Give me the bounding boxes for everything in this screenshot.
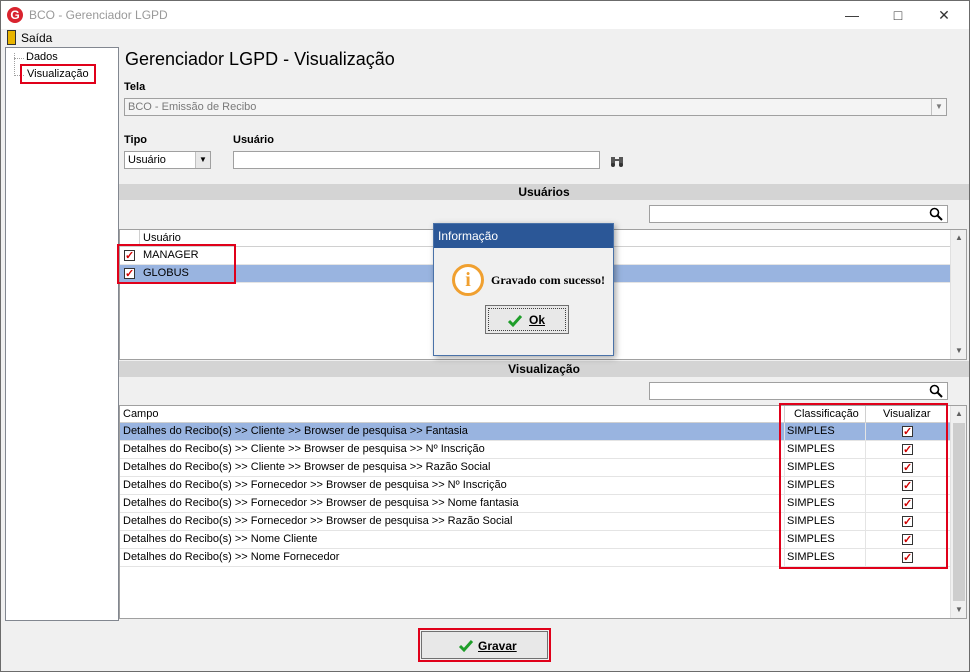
visualizar-checkbox[interactable] <box>902 532 913 549</box>
tree-line <box>14 75 24 76</box>
table-row[interactable]: Detalhes do Recibo(s) >> Fornecedor >> B… <box>120 513 950 531</box>
table-row[interactable]: Detalhes do Recibo(s) >> Nome Cliente SIM… <box>120 531 950 549</box>
field-name: Detalhes do Recibo(s) >> Cliente >> Brow… <box>123 443 485 455</box>
col-classificacao: Classificação <box>794 408 859 420</box>
col-campo: Campo <box>123 408 159 420</box>
usuario-input[interactable] <box>233 151 600 169</box>
table-row[interactable]: Detalhes do Recibo(s) >> Cliente >> Brow… <box>120 423 950 441</box>
ok-button[interactable]: Ok <box>485 305 569 334</box>
fields-search-input[interactable] <box>649 382 948 400</box>
user-checkbox[interactable] <box>124 248 135 265</box>
field-classification: SIMPLES <box>787 515 835 527</box>
field-classification: SIMPLES <box>787 497 835 509</box>
field-classification: SIMPLES <box>787 551 835 563</box>
exit-door-icon <box>7 30 16 45</box>
tipo-value: Usuário <box>128 154 166 166</box>
tree-line <box>14 58 24 59</box>
maximize-button[interactable]: □ <box>875 1 921 29</box>
col-visualizar: Visualizar <box>883 408 931 420</box>
table-row[interactable]: Detalhes do Recibo(s) >> Cliente >> Brow… <box>120 441 950 459</box>
checkmark-icon <box>507 315 523 328</box>
visualizar-checkbox[interactable] <box>902 550 913 567</box>
field-name: Detalhes do Recibo(s) >> Nome Fornecedor <box>123 551 340 563</box>
visualizar-checkbox[interactable] <box>902 442 913 459</box>
table-row[interactable]: Detalhes do Recibo(s) >> Cliente >> Brow… <box>120 459 950 477</box>
info-icon: i <box>452 264 484 296</box>
app-logo-icon: G <box>7 7 23 23</box>
main-window: G BCO - Gerenciador LGPD — □ ✕ Saída Dad… <box>0 0 970 672</box>
field-classification: SIMPLES <box>787 461 835 473</box>
dialog-message: Gravado com sucesso! <box>491 273 605 287</box>
table-row[interactable]: Detalhes do Recibo(s) >> Fornecedor >> B… <box>120 495 950 513</box>
fields-grid-header: Campo Classificação Visualizar <box>120 406 950 423</box>
visualizar-checkbox[interactable] <box>902 424 913 441</box>
tipo-select[interactable]: Usuário ▼ <box>124 151 211 169</box>
field-name: Detalhes do Recibo(s) >> Nome Cliente <box>123 533 318 545</box>
focus-ring <box>488 308 566 331</box>
field-name: Detalhes do Recibo(s) >> Fornecedor >> B… <box>123 479 507 491</box>
field-classification: SIMPLES <box>787 479 835 491</box>
tipo-label: Tipo <box>124 134 148 146</box>
scroll-up-icon[interactable]: ▲ <box>951 406 966 422</box>
fields-grid: Campo Classificação Visualizar Detalhes … <box>119 405 967 619</box>
title-bar: G BCO - Gerenciador LGPD — □ ✕ <box>1 1 969 29</box>
field-name: Detalhes do Recibo(s) >> Cliente >> Brow… <box>123 425 468 437</box>
info-dialog: Informação i Gravado com sucesso! Ok <box>433 223 614 356</box>
field-classification: SIMPLES <box>787 533 835 545</box>
checkmark-icon <box>458 640 474 653</box>
tela-value: BCO - Emissão de Recibo <box>128 101 257 113</box>
chevron-down-icon: ▼ <box>931 99 946 115</box>
visualizar-checkbox[interactable] <box>902 460 913 477</box>
scroll-down-icon[interactable]: ▼ <box>951 343 966 359</box>
scroll-up-icon[interactable]: ▲ <box>951 230 966 246</box>
visualizar-checkbox[interactable] <box>902 514 913 531</box>
usuario-label: Usuário <box>233 134 274 146</box>
field-classification: SIMPLES <box>787 443 835 455</box>
chevron-down-icon: ▼ <box>195 152 210 168</box>
dialog-title: Informação <box>434 224 613 248</box>
tree-line <box>14 53 15 76</box>
user-name: MANAGER <box>143 249 199 261</box>
search-icon[interactable] <box>929 207 943 221</box>
window-title: BCO - Gerenciador LGPD <box>29 8 168 22</box>
menu-bar: Saída <box>1 29 969 47</box>
users-section-header: Usuários <box>119 184 969 200</box>
tela-select[interactable]: BCO - Emissão de Recibo ▼ <box>124 98 947 116</box>
binoculars-icon[interactable] <box>610 155 624 167</box>
col-usuario: Usuário <box>143 232 181 244</box>
user-name: GLOBUS <box>143 267 189 279</box>
visualizar-checkbox[interactable] <box>902 496 913 513</box>
scroll-thumb[interactable] <box>953 423 965 601</box>
table-row[interactable]: Detalhes do Recibo(s) >> Nome Fornecedor… <box>120 549 950 567</box>
tela-label: Tela <box>124 81 146 93</box>
page-title: Gerenciador LGPD - Visualização <box>125 49 395 69</box>
user-checkbox[interactable] <box>124 266 135 283</box>
users-search-input[interactable] <box>649 205 948 223</box>
search-icon[interactable] <box>929 384 943 398</box>
fields-scrollbar[interactable]: ▲ ▼ <box>950 406 966 618</box>
footer-bar: Gravar <box>1 621 969 671</box>
menu-exit[interactable]: Saída <box>21 31 52 45</box>
table-row[interactable]: Detalhes do Recibo(s) >> Fornecedor >> B… <box>120 477 950 495</box>
close-button[interactable]: ✕ <box>921 1 967 29</box>
navigation-tree: Dados Visualização <box>5 47 119 621</box>
scroll-down-icon[interactable]: ▼ <box>951 602 966 618</box>
save-button-label: Gravar <box>478 639 517 653</box>
ok-button-label: Ok <box>529 313 546 327</box>
save-button[interactable]: Gravar <box>421 631 548 659</box>
tree-item-visualizacao[interactable]: Visualização <box>27 68 89 80</box>
users-scrollbar[interactable]: ▲ ▼ <box>950 230 966 359</box>
field-name: Detalhes do Recibo(s) >> Fornecedor >> B… <box>123 515 513 527</box>
visual-section-header: Visualização <box>119 361 969 377</box>
field-name: Detalhes do Recibo(s) >> Cliente >> Brow… <box>123 461 491 473</box>
minimize-button[interactable]: — <box>829 1 875 29</box>
field-name: Detalhes do Recibo(s) >> Fornecedor >> B… <box>123 497 519 509</box>
tree-item-dados[interactable]: Dados <box>26 51 58 63</box>
visualizar-checkbox[interactable] <box>902 478 913 495</box>
field-classification: SIMPLES <box>787 425 835 437</box>
